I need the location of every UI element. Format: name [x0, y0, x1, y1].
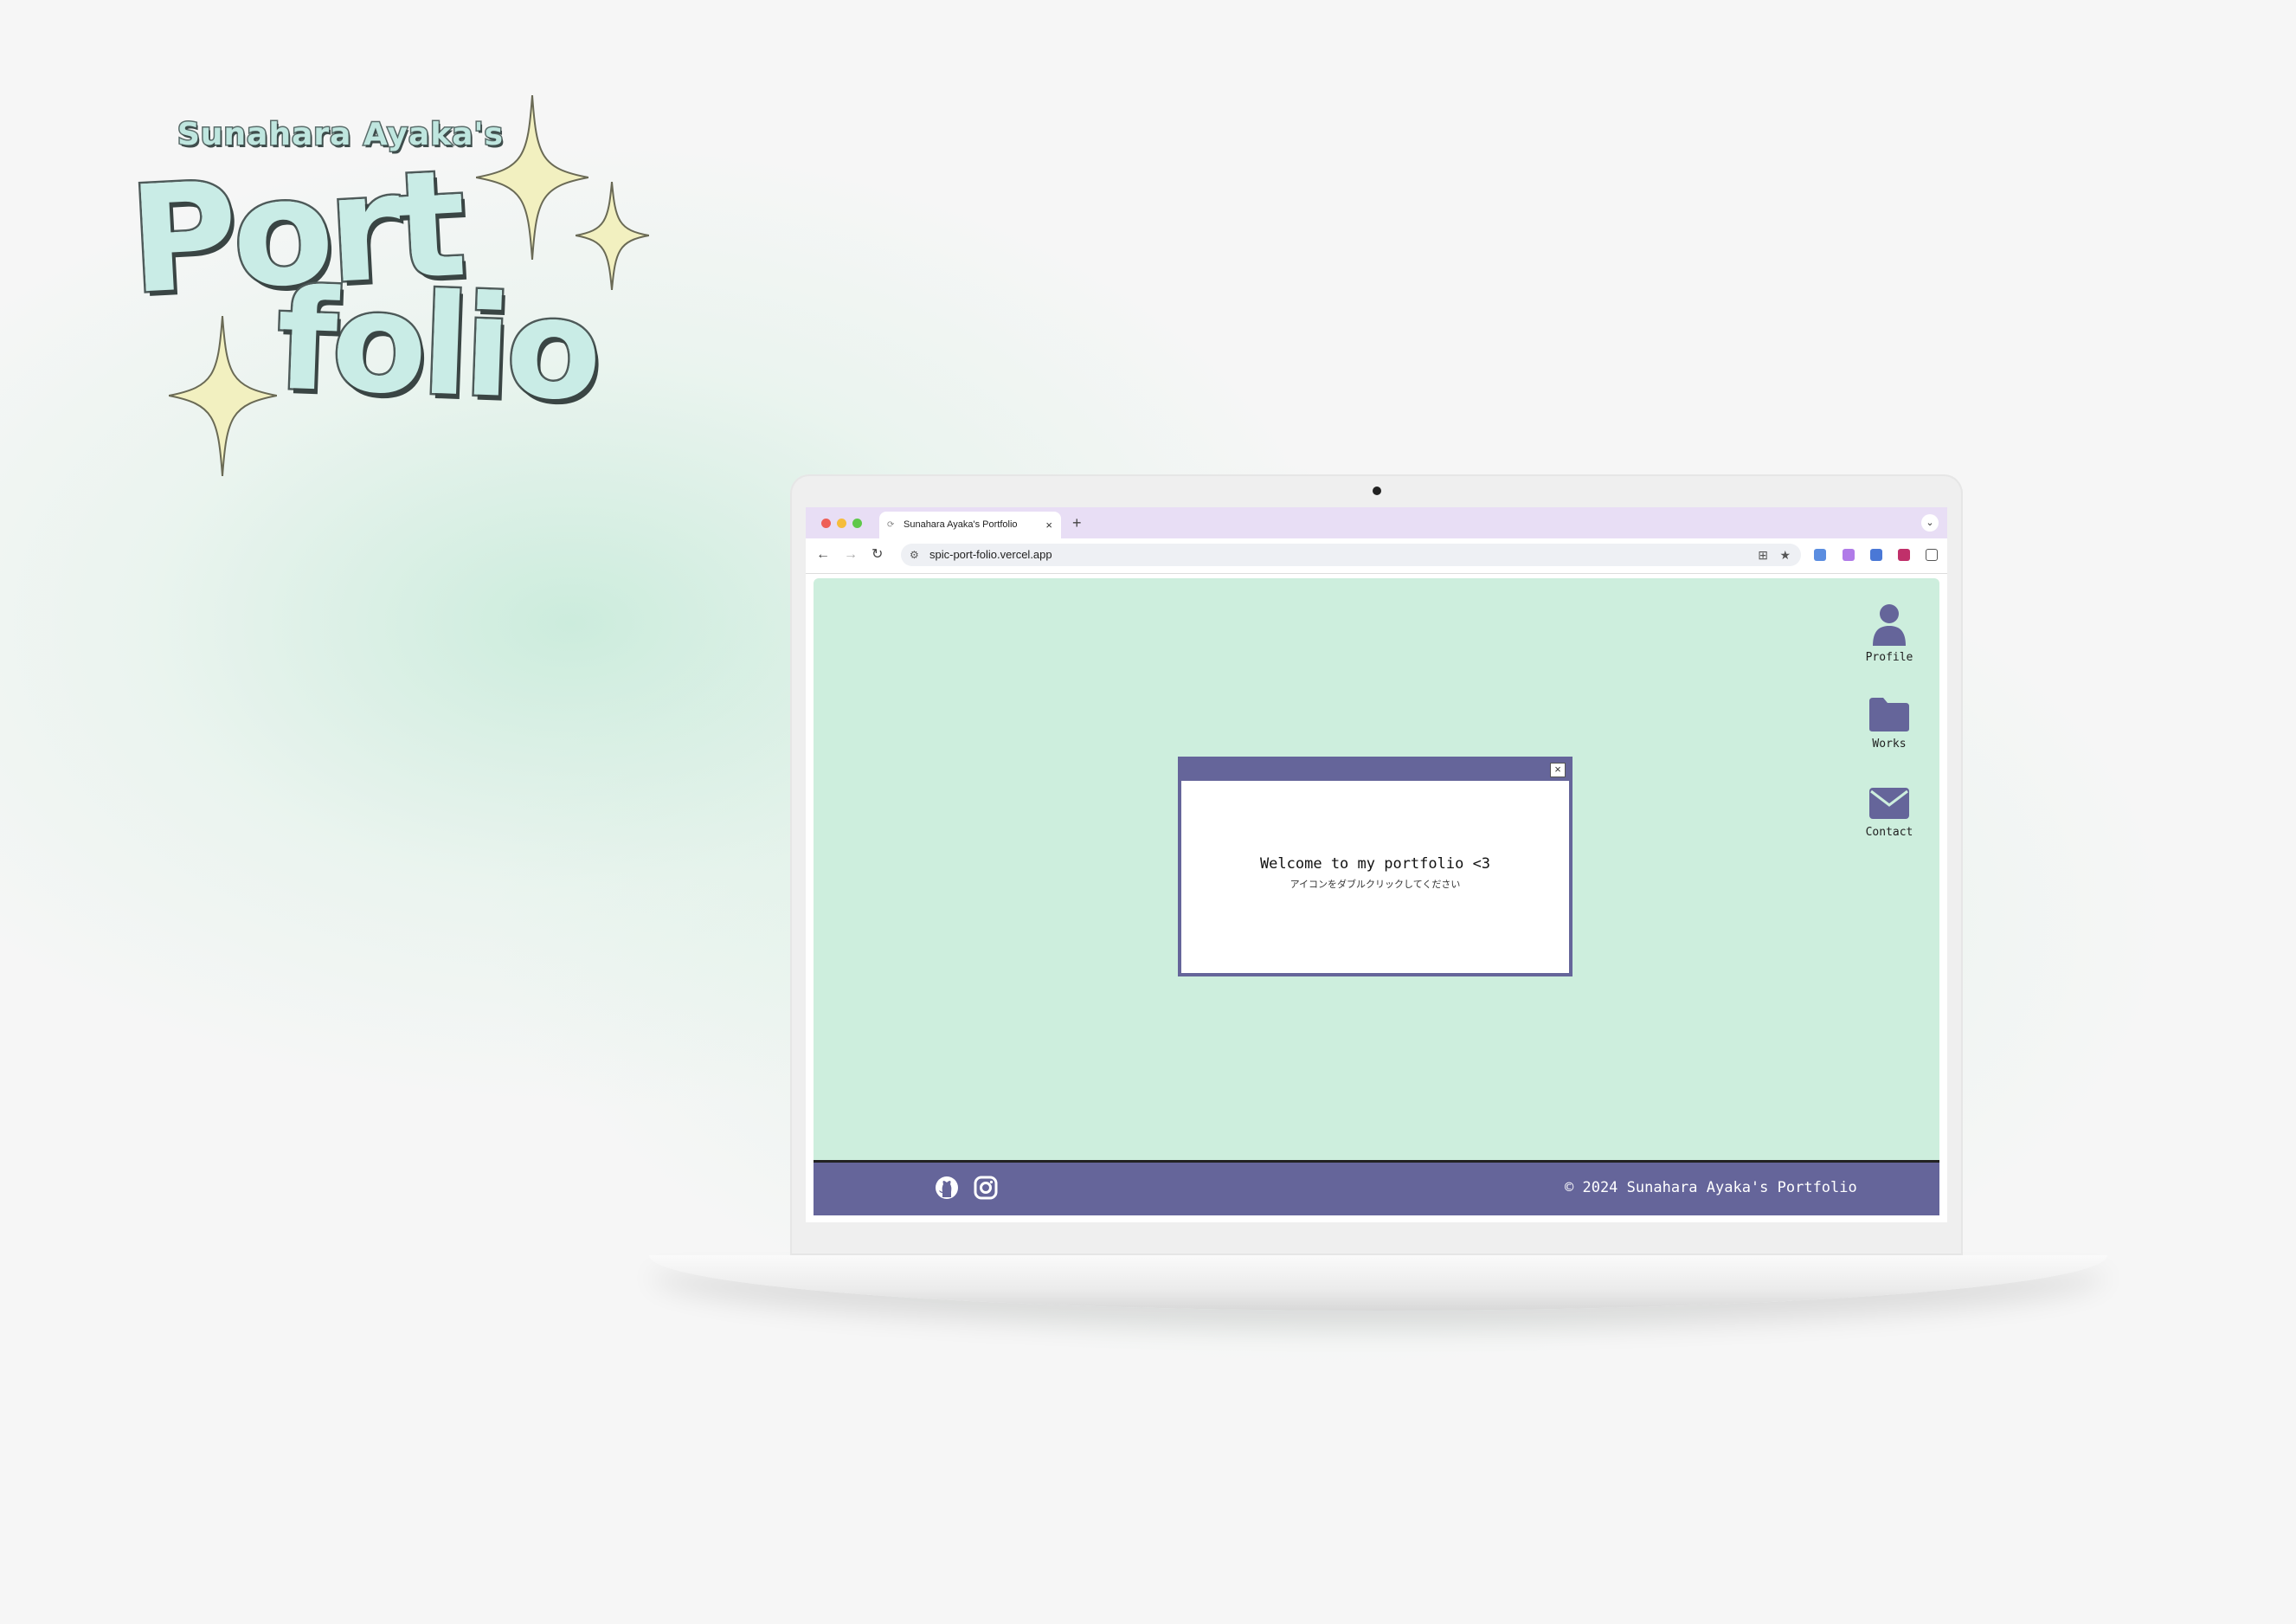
sparkle-icon — [576, 182, 649, 290]
maximize-window-dot[interactable] — [852, 519, 862, 528]
camera — [1373, 487, 1381, 495]
reload-button[interactable]: ↻ — [871, 545, 883, 564]
copyright-text: © 2024 Sunahara Ayaka's Portfolio — [1565, 1179, 1857, 1196]
sparkle-icon — [476, 95, 588, 260]
translate-icon[interactable]: ⊞ — [1758, 544, 1768, 566]
portfolio-logo: Sunahara Ayaka's Port folio — [121, 87, 675, 485]
browser-tab-bar: ⟳ Sunahara Ayaka's Portfolio × + ⌄ — [806, 507, 1947, 538]
desktop-icon-label: Works — [1872, 738, 1907, 751]
new-tab-button[interactable]: + — [1072, 511, 1082, 535]
mail-icon — [1869, 788, 1909, 819]
puzzle-extensions-icon[interactable] — [1926, 549, 1938, 561]
welcome-message: Welcome to my portfolio <3 — [1259, 855, 1491, 873]
window-title-bar[interactable]: × — [1181, 760, 1569, 781]
desktop-icon-works[interactable]: Works — [1859, 696, 1920, 751]
logo-word-folio: folio — [272, 256, 601, 434]
minimize-window-dot[interactable] — [837, 519, 846, 528]
extension-icon[interactable] — [1898, 549, 1910, 561]
window-close-button[interactable]: × — [1550, 763, 1566, 777]
github-icon[interactable] — [934, 1175, 960, 1201]
laptop-screen: ⟳ Sunahara Ayaka's Portfolio × + ⌄ ← → ↻… — [806, 507, 1947, 1222]
instagram-icon[interactable] — [973, 1175, 999, 1201]
tab-close-button[interactable]: × — [1045, 512, 1052, 538]
laptop-base — [649, 1255, 2107, 1311]
extension-icon[interactable] — [1870, 549, 1882, 561]
laptop-lid: ⟳ Sunahara Ayaka's Portfolio × + ⌄ ← → ↻… — [790, 474, 1963, 1255]
page-footer: © 2024 Sunahara Ayaka's Portfolio — [814, 1160, 1939, 1215]
loading-icon: ⟳ — [887, 520, 895, 530]
welcome-window: × Welcome to my portfolio <3 アイコンをダブルクリッ… — [1178, 757, 1572, 976]
desktop-icon-label: Contact — [1865, 826, 1913, 839]
tab-title: Sunahara Ayaka's Portfolio — [904, 519, 1018, 530]
extension-icon[interactable] — [1843, 549, 1855, 561]
desktop-icon-profile[interactable]: Profile — [1859, 603, 1920, 664]
sparkle-icon — [169, 316, 277, 476]
extension-icon[interactable] — [1814, 549, 1826, 561]
back-button[interactable]: ← — [816, 545, 830, 564]
folder-icon — [1869, 698, 1909, 731]
browser-toolbar: ← → ↻ ⚙ spic-port-folio.vercel.app ⊞ ★ ⋮ — [806, 538, 1947, 574]
forward-button[interactable]: → — [844, 545, 858, 564]
tab-search-button[interactable]: ⌄ — [1921, 514, 1939, 532]
desktop-icon-contact[interactable]: Contact — [1859, 786, 1920, 839]
close-window-dot[interactable] — [821, 519, 831, 528]
desktop-icon-label: Profile — [1865, 651, 1913, 664]
url-text[interactable]: spic-port-folio.vercel.app — [929, 544, 1052, 566]
browser-tab[interactable]: ⟳ Sunahara Ayaka's Portfolio × — [879, 512, 1061, 538]
portfolio-desktop: Profile Works Contact × Welcome to my po… — [814, 578, 1939, 1215]
site-settings-icon[interactable]: ⚙ — [910, 544, 919, 566]
person-icon — [1873, 604, 1906, 646]
bookmark-star-icon[interactable]: ★ — [1779, 544, 1791, 566]
address-bar[interactable]: ⚙ spic-port-folio.vercel.app ⊞ ★ — [901, 544, 1801, 566]
welcome-sub-message: アイコンをダブルクリックしてください — [1289, 879, 1461, 890]
